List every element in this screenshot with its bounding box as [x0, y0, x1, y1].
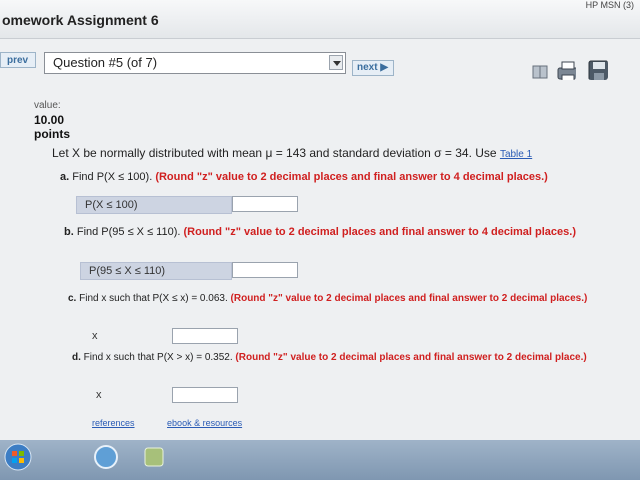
question-stem-text: Let X be normally distributed with mean … [52, 146, 497, 160]
part-c-answer-label: x [92, 330, 98, 342]
part-c: c. Find x such that P(X ≤ x) = 0.063. (R… [68, 292, 608, 305]
next-button[interactable]: next ▶ [352, 60, 394, 76]
part-b-letter: b. [64, 226, 74, 238]
part-d-letter: d. [72, 352, 81, 363]
window-titlebar: omework Assignment 6 HP MSN (3) [0, 0, 640, 39]
windows-start-icon[interactable] [4, 443, 32, 471]
question-points: value: 10.00 points [34, 100, 70, 141]
part-a-instruction: (Round "z" value to 2 decimal places and… [155, 171, 548, 183]
part-d-prompt: Find x such that P(X > x) = 0.352. [83, 352, 233, 363]
part-a-answer-input[interactable] [232, 196, 298, 212]
question-select[interactable]: Question #5 (of 7) [44, 52, 346, 74]
part-a-prompt: Find P(X ≤ 100). [72, 171, 153, 183]
part-d-answer-label: x [96, 389, 102, 401]
page-title: omework Assignment 6 [2, 12, 159, 28]
part-b-answer-label: P(95 ≤ X ≤ 110) [80, 262, 232, 280]
prev-button[interactable]: prev [0, 52, 36, 68]
part-d: d. Find x such that P(X > x) = 0.352. (R… [72, 351, 602, 364]
part-c-letter: c. [68, 293, 77, 304]
question-select-label: Question #5 (of 7) [53, 55, 158, 70]
app-icon[interactable] [140, 443, 168, 471]
footer-links: references ebook & resources [92, 418, 242, 428]
points-label: points [34, 127, 70, 141]
browser-tab-label[interactable]: HP MSN (3) [586, 0, 634, 10]
part-a: a. Find P(X ≤ 100). (Round "z" value to … [60, 171, 620, 183]
value-label: value: [34, 100, 61, 111]
part-c-prompt: Find x such that P(X ≤ x) = 0.063. [79, 293, 228, 304]
part-b-instruction: (Round "z" value to 2 decimal places and… [183, 226, 577, 238]
part-b: b. Find P(95 ≤ X ≤ 110). (Round "z" valu… [64, 226, 614, 239]
chevron-down-icon[interactable] [329, 55, 343, 70]
part-a-letter: a. [60, 171, 70, 183]
print-icon[interactable] [556, 60, 576, 80]
part-c-instruction: (Round "z" value to 2 decimal places and… [230, 293, 588, 304]
part-b-answer-input[interactable] [232, 262, 298, 278]
ebook-resources-link[interactable]: ebook & resources [167, 418, 242, 428]
references-link[interactable]: references [92, 418, 135, 428]
part-c-answer-input[interactable] [172, 328, 238, 344]
browser-icon[interactable] [92, 443, 120, 471]
book-icon[interactable] [530, 62, 550, 82]
part-d-instruction: (Round "z" value to 2 decimal places and… [235, 352, 587, 363]
value-number: 10.00 [34, 113, 65, 127]
part-b-prompt: Find P(95 ≤ X ≤ 110). [76, 226, 181, 238]
part-d-answer-input[interactable] [172, 387, 238, 403]
part-a-answer-label: P(X ≤ 100) [76, 196, 232, 214]
save-icon[interactable] [588, 60, 608, 80]
table-link[interactable]: Table 1 [500, 149, 532, 160]
question-stem: Let X be normally distributed with mean … [52, 146, 532, 160]
